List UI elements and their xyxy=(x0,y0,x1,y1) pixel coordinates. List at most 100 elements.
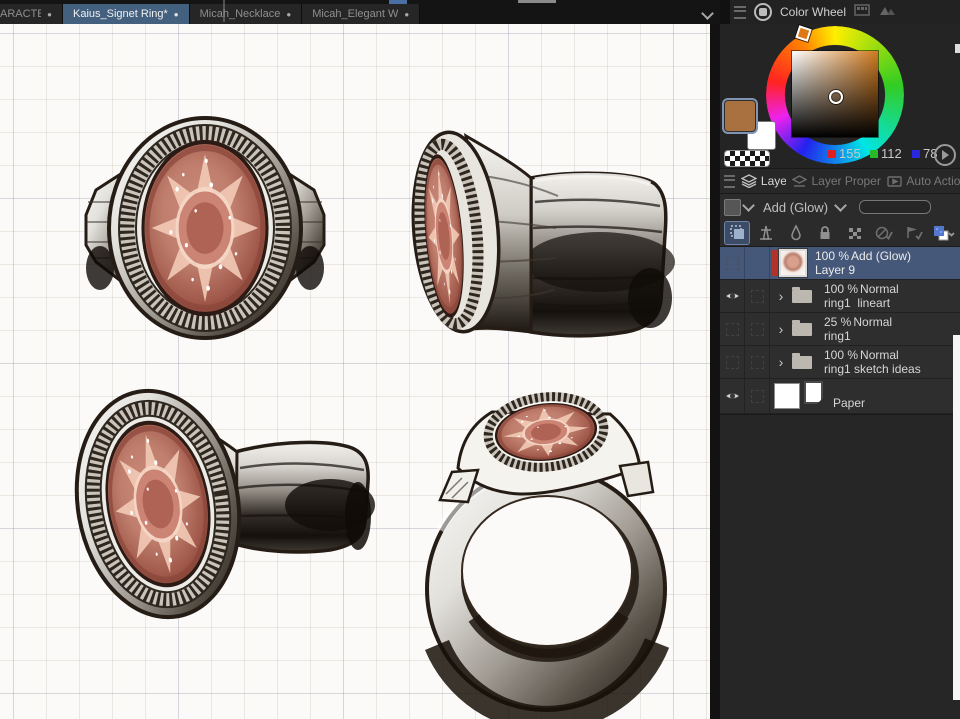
canvas[interactable] xyxy=(0,24,710,719)
transparent-color-swatch[interactable] xyxy=(724,150,770,167)
layer-row-ring1-lineart[interactable]: › 100 % Normal ring1 lineart xyxy=(720,280,960,313)
tab-auto-action-label: Auto Action xyxy=(906,174,960,188)
layer-panel-tabs: Layer Layer Property Auto Action xyxy=(720,169,960,194)
panel-divider xyxy=(710,24,720,719)
ruler-button[interactable] xyxy=(902,222,926,244)
layer-row-paper[interactable]: Paper xyxy=(720,379,960,414)
blend-mode-dropdown[interactable]: Add (Glow) xyxy=(763,199,847,215)
layer-row-ring1-sketch-ideas[interactable]: › 100 % Normal ring1 sketch ideas xyxy=(720,346,960,379)
blend-mode-row: Add (Glow) xyxy=(720,194,960,220)
paper-thumbnail[interactable] xyxy=(774,383,800,409)
color-set-tab-icon[interactable] xyxy=(854,3,870,22)
visibility-cell[interactable] xyxy=(720,313,745,345)
visibility-cell[interactable] xyxy=(720,379,745,413)
mask-check-icon xyxy=(875,226,893,240)
color-mixing-tab-icon[interactable] xyxy=(878,3,896,22)
green-chip-icon xyxy=(870,149,878,158)
panel-grip-icon[interactable] xyxy=(734,5,746,19)
layer-opacity: 25 % xyxy=(824,315,852,329)
visibility-cell[interactable] xyxy=(720,247,745,279)
ring-three-quarter-view xyxy=(59,378,375,630)
doc-tab-character[interactable]: ARACTER AC ● xyxy=(0,4,63,24)
lock-layer-button[interactable] xyxy=(813,222,837,244)
color-panel-header: Color Wheel xyxy=(223,0,960,24)
lock-icon xyxy=(820,226,830,239)
doc-tab-micah-elegant[interactable]: Micah_Elegant W ● xyxy=(302,4,421,24)
ring-front-view xyxy=(84,118,326,338)
canvas-artwork xyxy=(0,24,675,719)
palette-color-swatch xyxy=(724,198,741,216)
visibility-cell[interactable] xyxy=(720,346,745,378)
layer-row-layer9[interactable]: 100 % Add (Glow) Layer 9 xyxy=(720,247,960,280)
eye-icon xyxy=(724,292,740,300)
clip-studio-window: ARACTER AC ● Kaius_Signet Ring* ● Micah_… xyxy=(0,0,960,719)
layer-toolbar xyxy=(720,220,960,247)
layer-thumbnail[interactable] xyxy=(778,248,808,278)
top-bar: ARACTER AC ● Kaius_Signet Ring* ● Micah_… xyxy=(0,0,960,24)
enable-mask-button[interactable] xyxy=(872,222,896,244)
draft-layer-button[interactable] xyxy=(784,222,808,244)
layer-color-button[interactable] xyxy=(931,222,955,244)
ring-perspective-view xyxy=(425,391,670,719)
edit-target-cell[interactable] xyxy=(745,247,770,279)
tab-auto-action[interactable]: Auto Action xyxy=(887,174,960,188)
reference-layer-button[interactable] xyxy=(754,222,778,244)
tab-color-wheel[interactable]: Color Wheel xyxy=(780,5,846,19)
expand-arrow-icon[interactable]: › xyxy=(774,288,788,304)
lock-transparent-pixels-button[interactable] xyxy=(843,222,867,244)
layer-name: ring1 xyxy=(824,329,851,343)
blend-mode-value: Add (Glow) xyxy=(763,199,829,215)
layer-blend-mode: Normal xyxy=(860,282,899,296)
layer-opacity: 100 % xyxy=(815,249,850,263)
doc-tab-label: Kaius_Signet Ring* xyxy=(73,8,168,20)
checkerboard-lock-icon xyxy=(848,228,861,239)
layer-thumbnail-display-button[interactable] xyxy=(725,222,749,244)
tab-layer-property[interactable]: Layer Property xyxy=(792,174,881,188)
checkbox-empty-icon xyxy=(750,322,764,336)
folder-icon xyxy=(792,352,812,369)
panel-grip-icon[interactable] xyxy=(724,174,735,188)
opacity-slider[interactable] xyxy=(859,200,932,214)
layer-row-ring1[interactable]: › 25 % Normal ring1 xyxy=(720,313,960,346)
red-value: 155 xyxy=(839,146,861,161)
panel-edge-line xyxy=(223,0,225,22)
red-chip-icon xyxy=(828,149,836,158)
palette-color-strip xyxy=(772,250,777,276)
overlap-squares-icon xyxy=(730,225,744,239)
eye-icon xyxy=(724,392,740,400)
lighthouse-icon xyxy=(760,225,773,240)
saturation-value-cursor[interactable] xyxy=(829,90,843,104)
visibility-cell[interactable] xyxy=(720,280,745,312)
layers-empty-area xyxy=(720,414,960,719)
edit-target-cell[interactable] xyxy=(745,313,770,345)
expand-arrow-icon[interactable]: › xyxy=(774,321,788,337)
doc-tab-micah-necklace[interactable]: Micah_Necklace ● xyxy=(189,4,303,24)
folder-icon xyxy=(792,319,812,336)
chevron-down-icon xyxy=(742,199,755,212)
tab-layer[interactable]: Layer xyxy=(740,174,786,188)
edit-target-cell[interactable] xyxy=(745,346,770,378)
checkbox-empty-icon xyxy=(750,389,764,403)
palette-color-dropdown[interactable] xyxy=(724,198,755,216)
droplet-pin-icon xyxy=(791,224,801,241)
tab-overflow-chevron-icon[interactable] xyxy=(701,5,714,23)
visibility-empty-icon xyxy=(725,355,739,369)
edit-target-cell[interactable] xyxy=(745,379,770,413)
unsaved-dot-icon: ● xyxy=(173,9,179,19)
layer-blend-mode: Add (Glow) xyxy=(851,249,912,263)
layer-blend-mode: Normal xyxy=(860,348,899,362)
visibility-empty-icon xyxy=(725,256,739,270)
layer-name: ring1 lineart xyxy=(824,296,891,310)
chevron-down-icon xyxy=(834,199,847,212)
right-panel: 155 112 78 Layer Layer Property xyxy=(720,24,960,719)
color-wheel-tab-icon[interactable] xyxy=(754,3,772,21)
expand-arrow-icon[interactable]: › xyxy=(774,354,788,370)
unsaved-dot-icon: ● xyxy=(286,9,292,19)
folder-icon xyxy=(792,286,812,303)
doc-tab-kaius-signet-ring[interactable]: Kaius_Signet Ring* ● xyxy=(63,4,190,24)
edit-target-cell[interactable] xyxy=(745,280,770,312)
layers-list: 100 % Add (Glow) Layer 9 › 100 % Normal … xyxy=(720,247,960,414)
foreground-color-swatch[interactable] xyxy=(724,100,756,132)
color-wheel-mode-button[interactable] xyxy=(934,144,956,166)
flag-check-icon xyxy=(906,227,923,240)
